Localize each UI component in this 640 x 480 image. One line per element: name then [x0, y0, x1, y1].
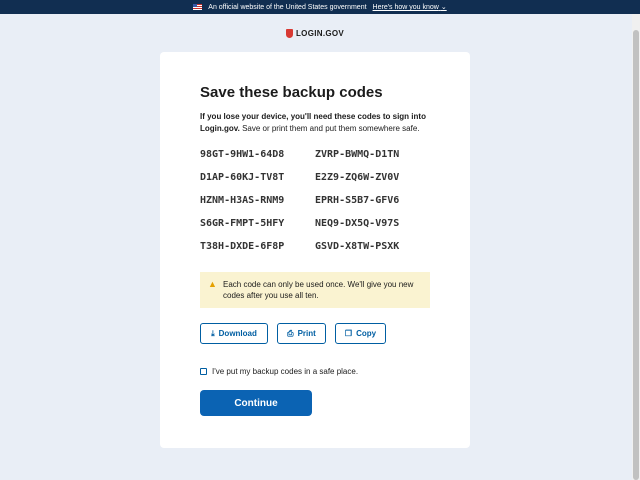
page-title: Save these backup codes	[200, 84, 383, 101]
page-scrollbar[interactable]	[632, 14, 640, 480]
safe-place-checkbox-row[interactable]: I've put my backup codes in a safe place…	[200, 367, 358, 376]
backup-code: D1AP-60KJ-TV8T	[200, 172, 285, 183]
login-shield-icon	[286, 28, 293, 38]
warning-icon: ▲	[208, 279, 217, 289]
continue-button[interactable]: Continue	[200, 390, 312, 416]
backup-code: 98GT-9HW1-64D8	[200, 149, 285, 160]
backup-code: NEQ9-DX5Q-V97S	[315, 218, 400, 229]
gov-banner: An official website of the United States…	[0, 0, 640, 14]
download-label: Download	[218, 329, 257, 338]
copy-label: Copy	[356, 329, 377, 338]
safe-place-checkbox-label[interactable]: I've put my backup codes in a safe place…	[212, 367, 358, 376]
logo-text: LOGIN.GOV	[296, 28, 345, 38]
gov-banner-text: An official website of the United States…	[208, 3, 367, 11]
backup-code: T38H-DXDE-6F8P	[200, 241, 285, 252]
backup-code: GSVD-X8TW-PSXK	[315, 241, 400, 252]
intro-rest-text: Save or print them and put them somewher…	[239, 124, 420, 133]
backup-code: E2Z9-ZQ6W-ZV0V	[315, 172, 400, 183]
backup-code: ZVRP-BWMQ-D1TN	[315, 149, 400, 160]
heres-how-you-know-label: Here's how you know	[372, 4, 439, 11]
print-button[interactable]: ⎙ Print	[277, 323, 326, 344]
copy-icon: ❐	[344, 329, 353, 338]
backup-code: S6GR-FMPT-5HFY	[200, 218, 285, 229]
scrollbar-thumb[interactable]	[633, 30, 639, 480]
heres-how-you-know-link[interactable]: Here's how you know ⌄	[373, 3, 447, 11]
download-icon: ⤓	[211, 328, 215, 338]
chevron-down-icon: ⌄	[440, 4, 447, 11]
print-label: Print	[297, 329, 316, 338]
backup-codes-card: Save these backup codes If you lose your…	[160, 52, 470, 448]
backup-code: EPRH-S5B7-GFV6	[315, 195, 400, 206]
us-flag-icon	[193, 4, 203, 10]
single-use-warning-alert: ▲ Each code can only be used once. We'll…	[200, 272, 430, 308]
backup-codes-list: 98GT-9HW1-64D8 ZVRP-BWMQ-D1TN D1AP-60KJ-…	[200, 149, 430, 253]
backup-code: HZNM-H3AS-RNM9	[200, 195, 285, 206]
login-gov-logo[interactable]: LOGIN.GOV	[286, 28, 344, 38]
printer-icon: ⎙	[287, 328, 294, 338]
intro-text: If you lose your device, you'll need the…	[200, 111, 440, 135]
alert-text: Each code can only be used once. We'll g…	[223, 280, 414, 300]
safe-place-checkbox[interactable]	[200, 368, 207, 375]
continue-label: Continue	[234, 397, 278, 409]
download-button[interactable]: ⤓ Download	[200, 323, 268, 344]
copy-button[interactable]: ❐ Copy	[335, 323, 386, 344]
